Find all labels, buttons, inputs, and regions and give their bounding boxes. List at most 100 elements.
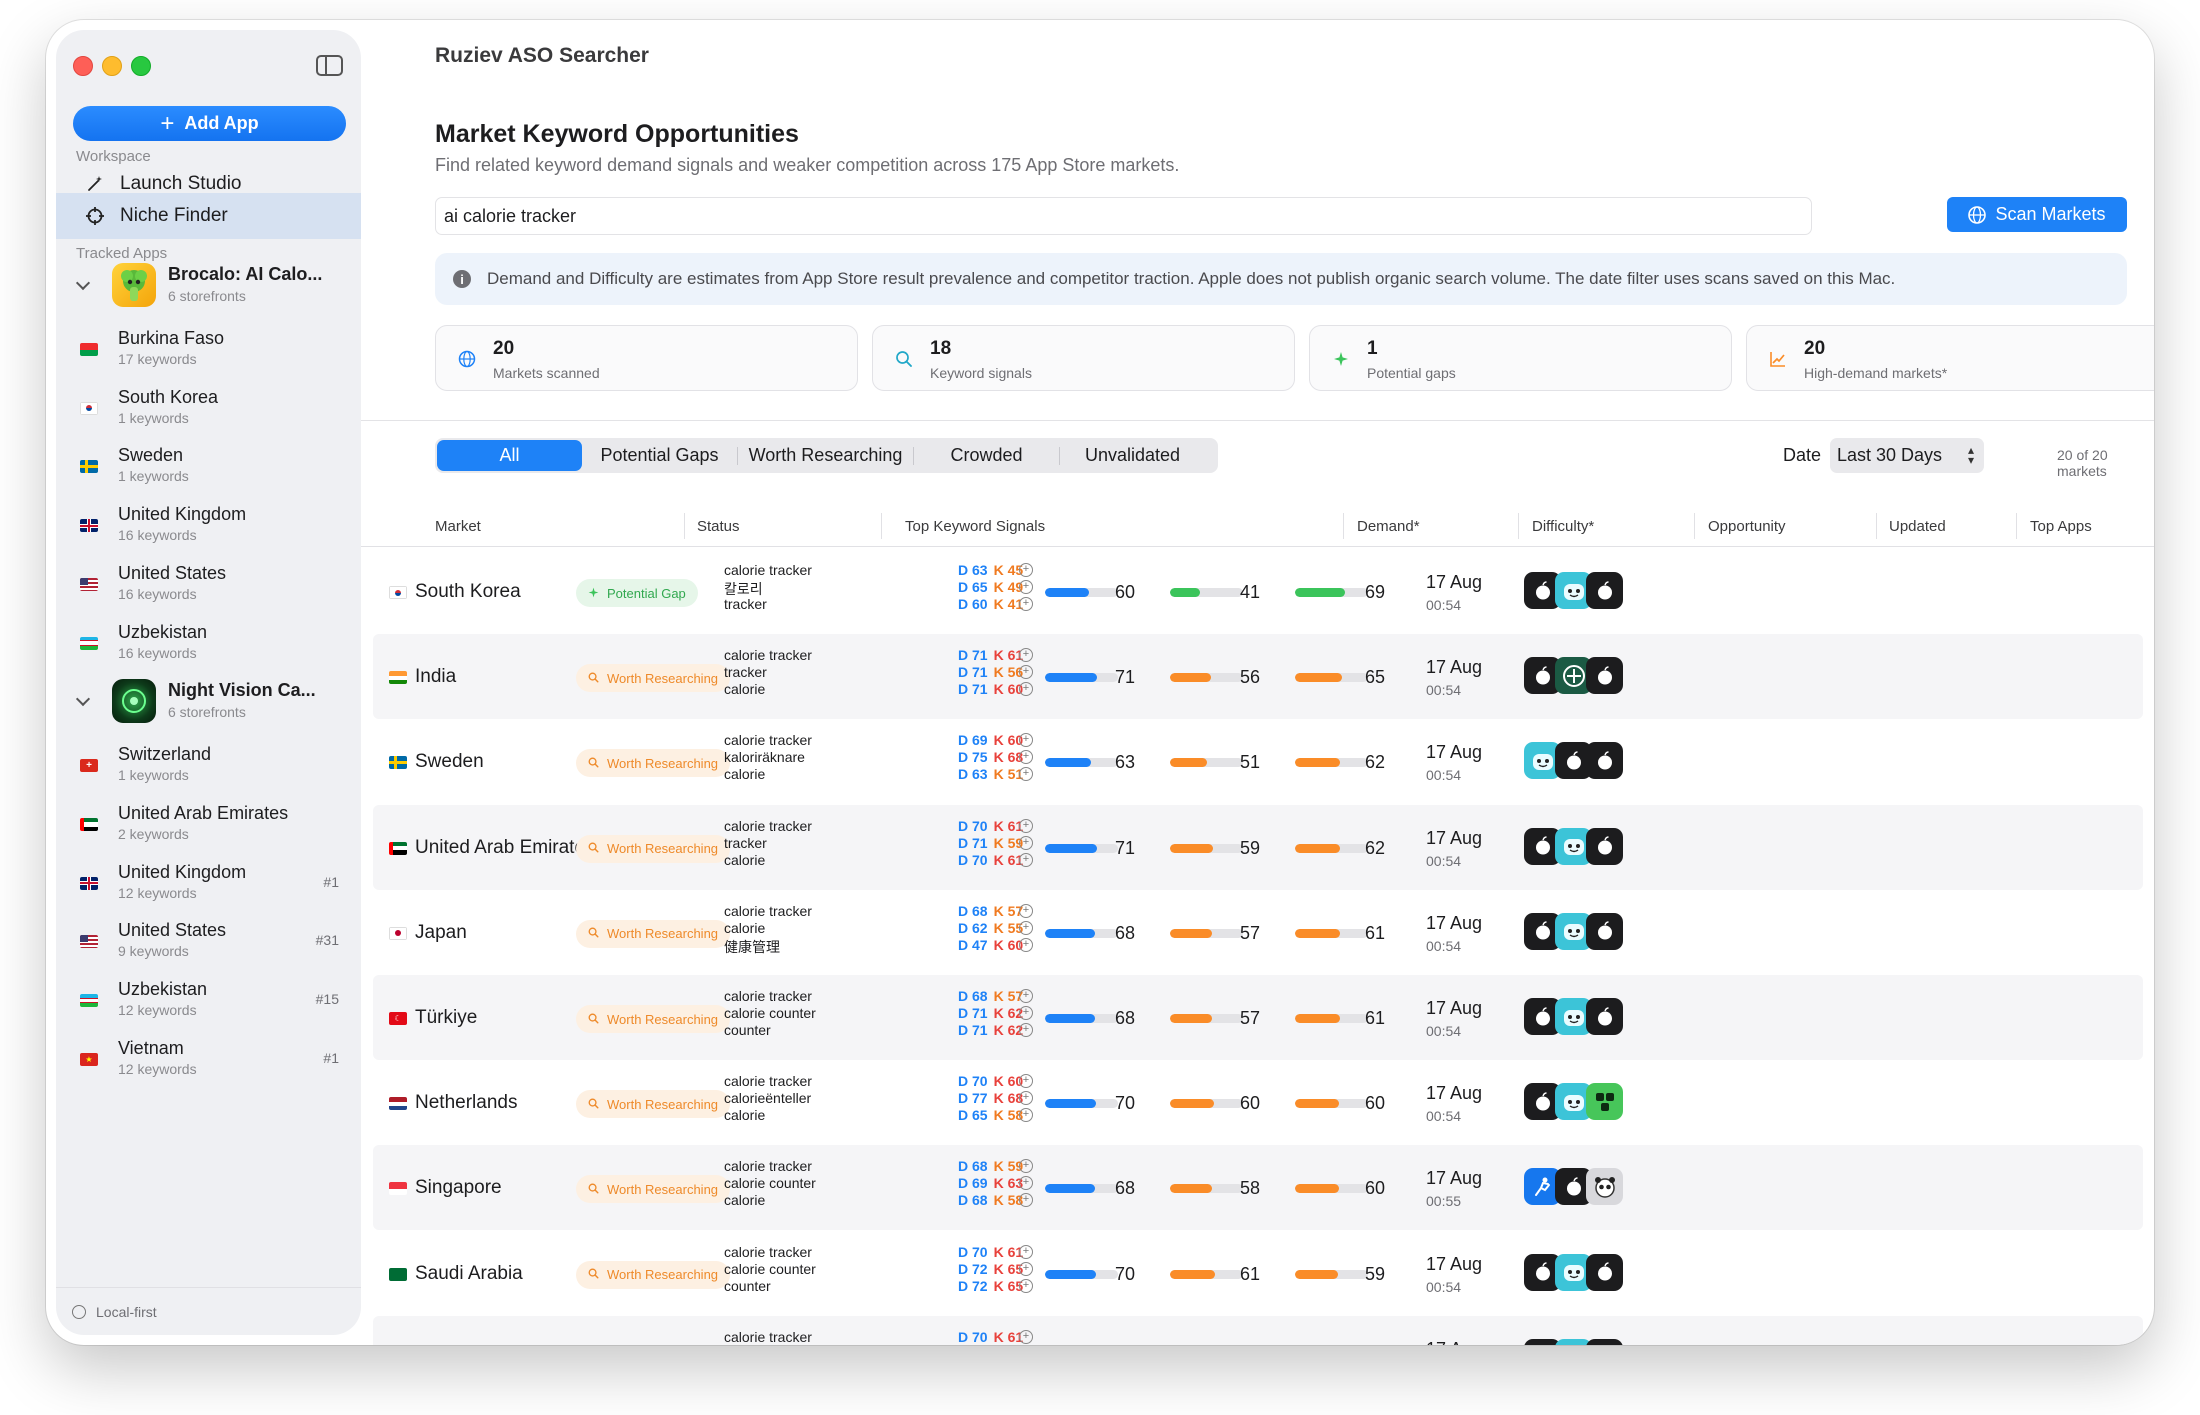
sidebar-item-niche-finder[interactable]: Niche Finder xyxy=(56,193,361,239)
add-keyword-icon[interactable]: + xyxy=(1019,733,1033,748)
add-keyword-icon[interactable]: + xyxy=(1019,835,1033,850)
sparkle-icon xyxy=(588,586,599,601)
column-header-difficulty[interactable]: Difficulty* xyxy=(1532,518,1594,535)
column-header-updated[interactable]: Updated xyxy=(1889,518,1946,535)
storefront-row[interactable]: United States 9 keywords #31 xyxy=(56,912,361,968)
keyword-search-input[interactable] xyxy=(435,197,1812,235)
storefront-row[interactable]: United Kingdom 12 keywords #1 xyxy=(56,854,361,910)
storefront-row[interactable]: Sweden 1 keywords xyxy=(56,437,361,493)
storefront-row[interactable]: Uzbekistan 12 keywords #15 xyxy=(56,971,361,1027)
close-window-button[interactable] xyxy=(73,56,93,76)
tab-worth-researching[interactable]: Worth Researching xyxy=(738,440,913,471)
add-keyword-icon[interactable]: + xyxy=(1019,1193,1033,1208)
tab-unvalidated[interactable]: Unvalidated xyxy=(1060,440,1205,471)
storefront-row[interactable]: United Kingdom 16 keywords xyxy=(56,496,361,552)
table-row[interactable]: Singapore Worth Researching calorie tracke… xyxy=(373,1145,2143,1231)
column-header-top-apps[interactable]: Top Apps xyxy=(2030,518,2092,535)
add-keyword-icon[interactable]: + xyxy=(1019,665,1033,680)
add-keyword-icon[interactable]: + xyxy=(1019,989,1033,1003)
table-row[interactable]: India Worth Researching calorie tracker D 7… xyxy=(373,634,2143,720)
green-leaf-app-icon[interactable] xyxy=(1586,1083,1623,1121)
add-keyword-icon[interactable]: + xyxy=(1019,1278,1033,1293)
date-filter-select[interactable]: Last 30 Days ▴ ▾ xyxy=(1830,438,1984,473)
add-keyword-icon[interactable]: + xyxy=(1019,1006,1033,1020)
add-keyword-icon[interactable]: + xyxy=(1019,1091,1033,1106)
tracked-app-row[interactable]: Night Vision Ca... 6 storefronts xyxy=(56,672,361,730)
storefront-row[interactable]: ★ Vietnam 12 keywords #1 xyxy=(56,1030,361,1086)
add-keyword-icon[interactable]: + xyxy=(1019,1244,1033,1259)
add-app-button[interactable]: + Add App xyxy=(73,106,346,141)
keyword-scores: D 71 K 60 xyxy=(958,681,1023,697)
column-header-opportunity[interactable]: Opportunity xyxy=(1708,518,1786,535)
apple-app-icon[interactable] xyxy=(1586,827,1623,865)
status-badge: Worth Researching xyxy=(576,919,731,948)
add-keyword-icon[interactable]: + xyxy=(1019,767,1033,782)
table-row[interactable]: Saudi Arabia Worth Researching calorie tra… xyxy=(373,1231,2143,1316)
add-keyword-icon[interactable]: + xyxy=(1019,1329,1033,1344)
date-filter-value: Last 30 Days xyxy=(1837,445,1943,465)
apple-app-icon[interactable] xyxy=(1586,572,1623,609)
keyword-scores: D 68 K 59 xyxy=(958,1158,1023,1174)
add-keyword-icon[interactable]: + xyxy=(1019,563,1033,577)
apple-app-icon[interactable] xyxy=(1586,1253,1623,1291)
tracked-app-row[interactable]: Brocalo: AI Calo... 6 storefronts xyxy=(56,256,361,314)
keyword-text: calorie xyxy=(724,1192,766,1209)
market-name: Japan xyxy=(415,921,467,943)
zoom-window-button[interactable] xyxy=(131,56,151,76)
add-keyword-icon[interactable]: + xyxy=(1019,903,1033,918)
add-keyword-icon[interactable]: + xyxy=(1019,818,1033,833)
apple-app-icon[interactable] xyxy=(1586,1338,1623,1345)
stat-value: 1 xyxy=(1367,338,1378,359)
info-text: Demand and Difficulty are estimates from… xyxy=(487,269,1896,288)
add-keyword-icon[interactable]: + xyxy=(1019,1074,1033,1089)
tab-all[interactable]: All xyxy=(437,440,582,471)
add-keyword-icon[interactable]: + xyxy=(1019,1159,1033,1174)
storefront-row[interactable]: Burkina Faso 17 keywords xyxy=(56,320,361,376)
column-header-status[interactable]: Status xyxy=(697,518,740,535)
apple-app-icon[interactable] xyxy=(1586,912,1623,950)
storefront-row[interactable]: South Korea 1 keywords xyxy=(56,379,361,435)
demand-value: 68 xyxy=(1115,1178,1136,1199)
apple-app-icon[interactable] xyxy=(1586,657,1623,695)
add-keyword-icon[interactable]: + xyxy=(1019,597,1033,611)
add-keyword-icon[interactable]: + xyxy=(1019,682,1033,697)
table-row[interactable]: South Korea Potential Gap calorie tracker D… xyxy=(373,549,2143,634)
table-row[interactable]: Japan Worth Researching calorie tracker D 6… xyxy=(373,890,2143,975)
storefront-row[interactable]: Uzbekistan 16 keywords xyxy=(56,614,361,670)
add-keyword-icon[interactable]: + xyxy=(1019,1261,1033,1276)
add-keyword-icon[interactable]: + xyxy=(1019,750,1033,765)
add-keyword-icon[interactable]: + xyxy=(1019,648,1033,663)
table-row[interactable]: Sweden Worth Researching calorie tracker D … xyxy=(373,719,2143,804)
add-keyword-icon[interactable]: + xyxy=(1019,1108,1033,1123)
add-keyword-icon[interactable]: + xyxy=(1019,920,1033,935)
add-keyword-icon[interactable]: + xyxy=(1019,1176,1033,1191)
column-header-keywords[interactable]: Top Keyword Signals xyxy=(905,518,1045,535)
chevron-down-icon[interactable] xyxy=(75,275,91,291)
table-row[interactable]: ☾ Türkiye Worth Researching calorie tracker… xyxy=(373,975,2143,1060)
storefront-row[interactable]: + Switzerland 1 keywords xyxy=(56,736,361,792)
column-header-market[interactable]: Market xyxy=(435,518,481,535)
minimize-window-button[interactable] xyxy=(102,56,122,76)
tab-crowded[interactable]: Crowded xyxy=(914,440,1059,471)
storefront-row[interactable]: United Arab Emirates 2 keywords xyxy=(56,795,361,851)
tab-potential-gaps[interactable]: Potential Gaps xyxy=(582,440,737,471)
chevron-down-icon[interactable] xyxy=(75,692,91,707)
table-row[interactable]: +SwitzerlandWorth Researchingcalorie tra… xyxy=(373,1315,2143,1345)
add-keyword-icon[interactable]: + xyxy=(1019,1023,1033,1037)
add-keyword-icon[interactable]: + xyxy=(1019,937,1033,952)
keyword-text: tracker xyxy=(724,834,767,851)
storefront-row[interactable]: United States 16 keywords xyxy=(56,555,361,611)
sidebar-toggle-icon[interactable] xyxy=(316,55,343,76)
add-keyword-icon[interactable]: + xyxy=(1019,852,1033,867)
page-subtitle: Find related keyword demand signals and … xyxy=(435,155,1180,175)
apple-app-icon[interactable] xyxy=(1586,998,1623,1035)
difficulty-value: 56 xyxy=(1240,667,1261,688)
scan-markets-button[interactable]: Scan Markets xyxy=(1947,197,2127,232)
add-keyword-icon[interactable]: + xyxy=(1019,580,1033,594)
table-row[interactable]: Netherlands Worth Researching calorie trac… xyxy=(373,1060,2143,1145)
column-header-demand[interactable]: Demand* xyxy=(1357,518,1420,535)
panda-app-icon[interactable] xyxy=(1586,1168,1623,1206)
magnifier-icon xyxy=(588,1267,599,1282)
table-row[interactable]: United Arab Emirates Worth Researching cal… xyxy=(373,804,2143,890)
apple-app-icon[interactable] xyxy=(1586,742,1623,780)
